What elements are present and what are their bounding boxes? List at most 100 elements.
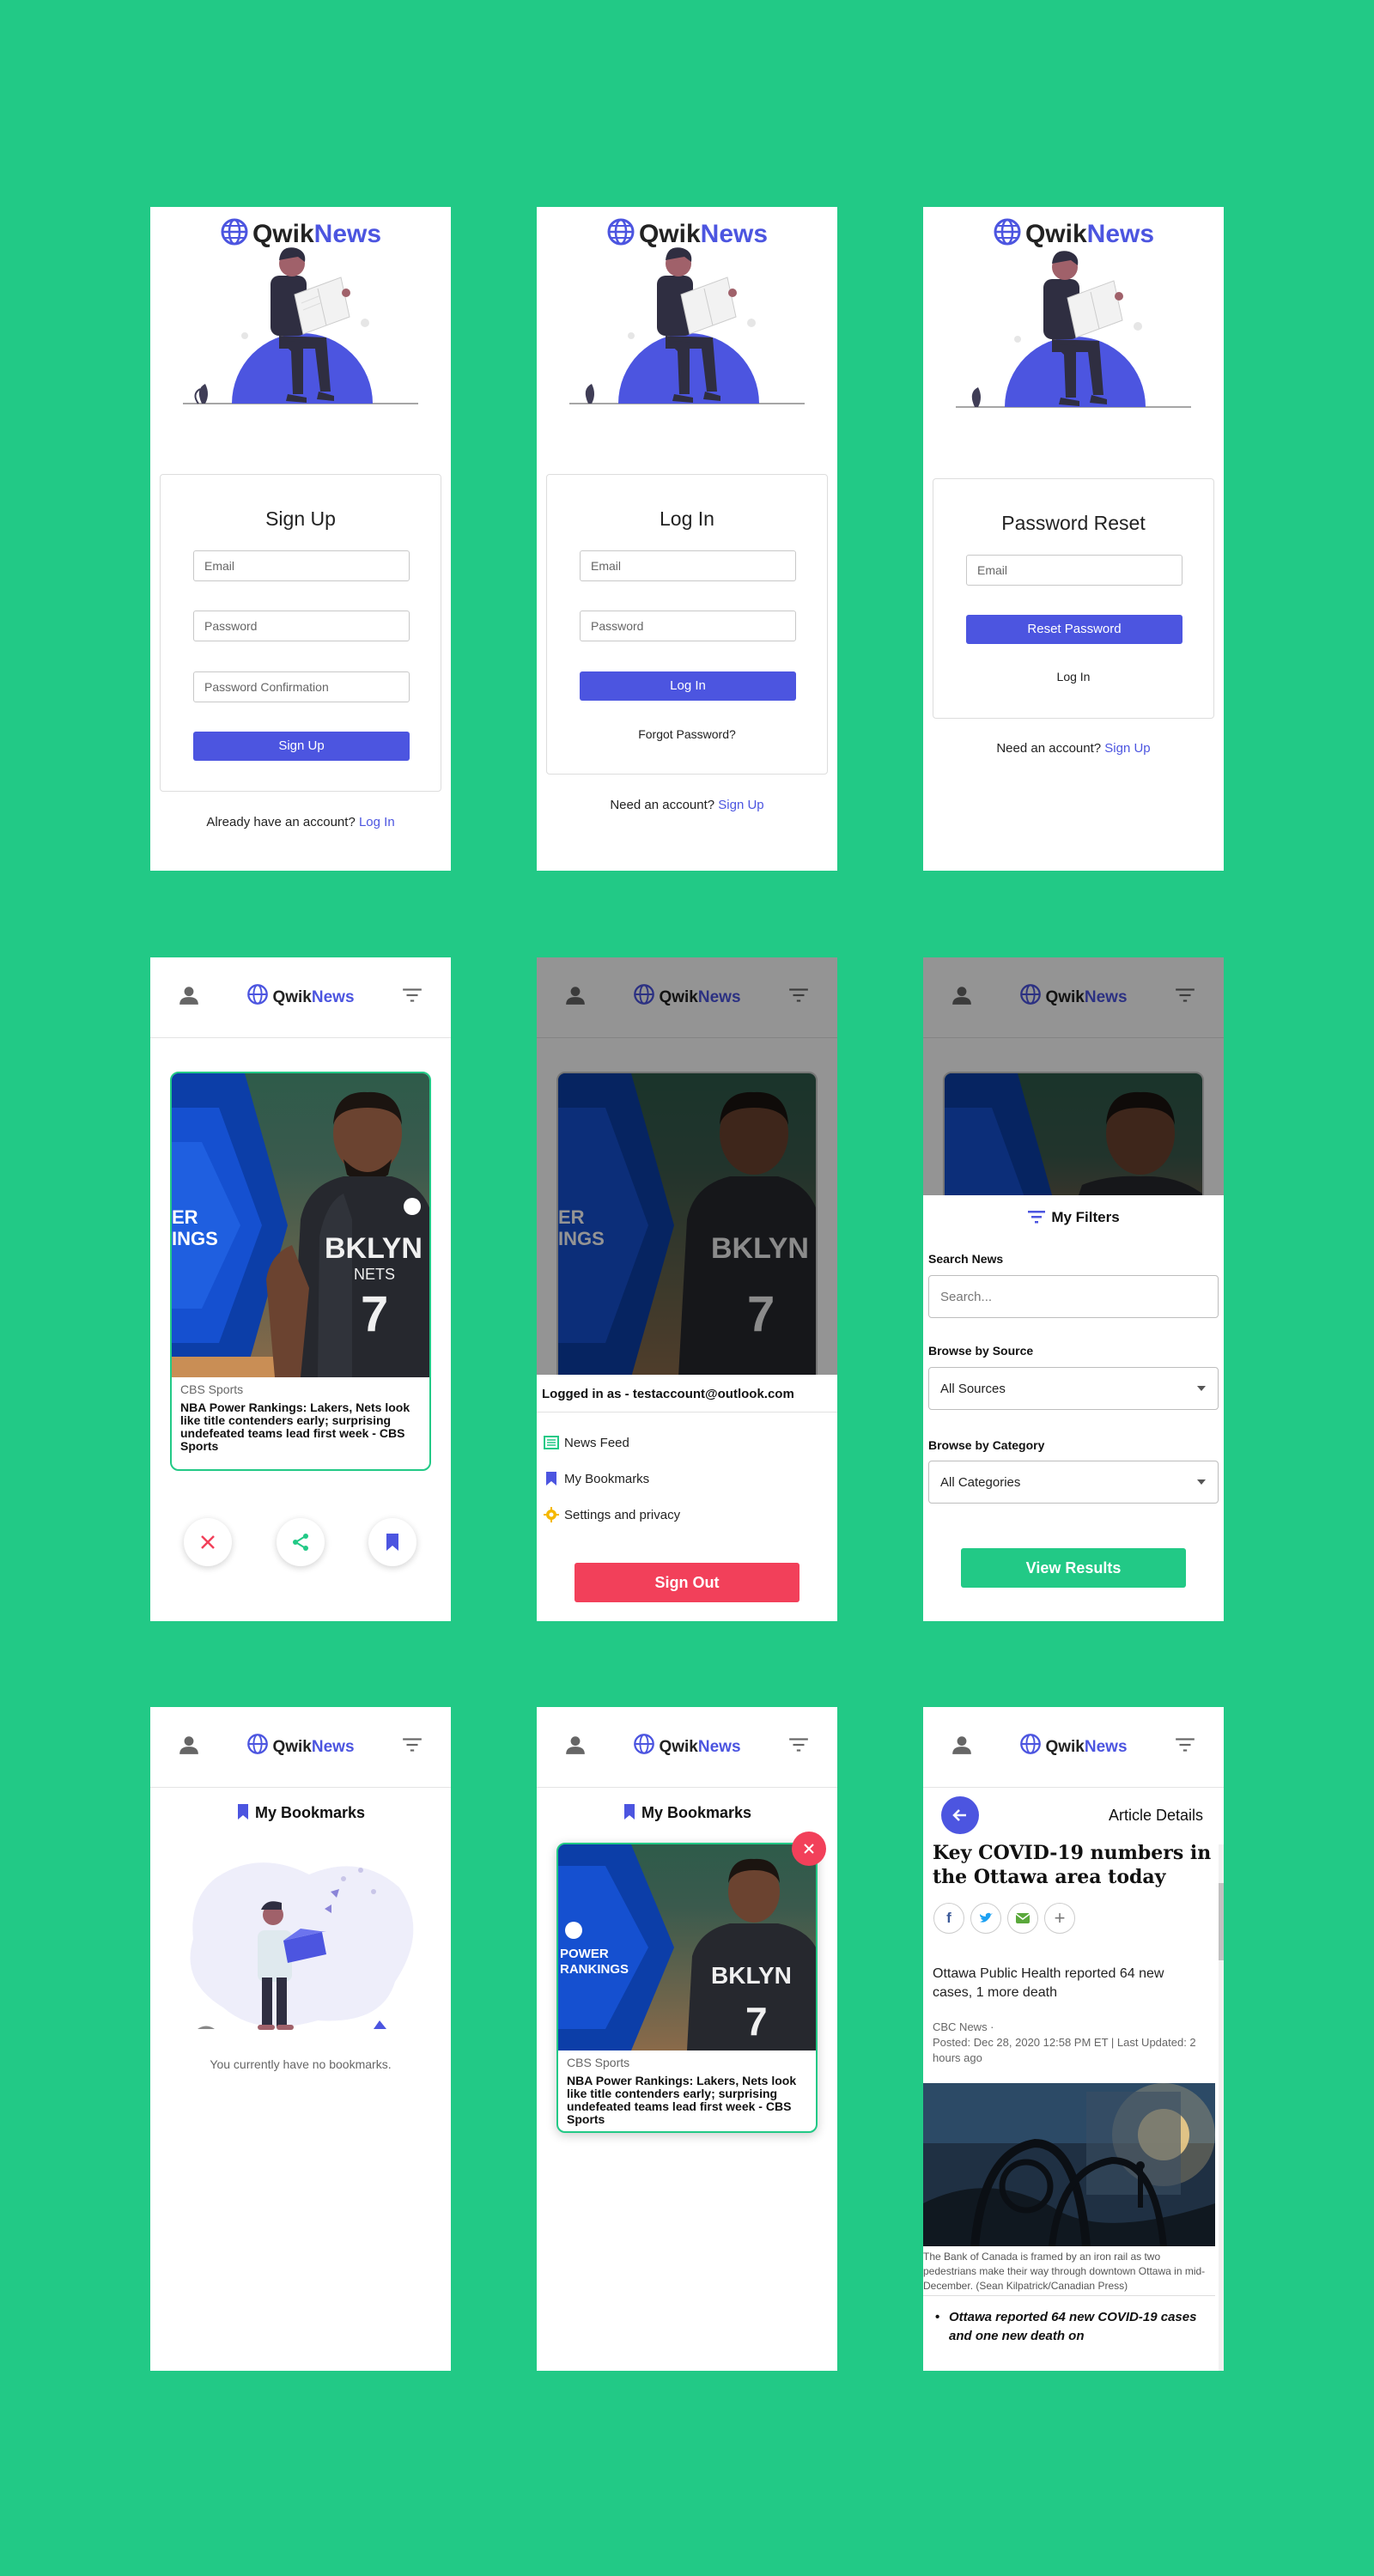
login-footer-text: Need an account? xyxy=(610,798,715,812)
email-field[interactable]: Email xyxy=(580,550,796,581)
article-meta-posted: Posted: Dec 28, 2020 12:58 PM ET | Last … xyxy=(933,2036,1196,2064)
signup-footer-text: Already have an account? xyxy=(206,815,356,829)
scrollbar-track[interactable] xyxy=(1219,1844,1224,2371)
filter-icon[interactable] xyxy=(401,1734,423,1756)
article-details-screen: QwikNews Article Details Key COVID-19 nu… xyxy=(923,1707,1224,2371)
dim-overlay[interactable] xyxy=(923,957,1224,1195)
scrollbar-thumb[interactable] xyxy=(1219,1883,1224,1960)
bookmarks-title: My Bookmarks xyxy=(150,1803,451,1822)
menu-item-bookmarks[interactable]: My Bookmarks xyxy=(544,1471,649,1486)
share-button[interactable] xyxy=(277,1518,325,1566)
account-menu-screen: QwikNews BKLYN 7 ER INGS Logged in as - … xyxy=(537,957,837,1621)
image-text-ings: INGS xyxy=(172,1228,218,1249)
bullet-marker: • xyxy=(935,2310,940,2324)
view-results-button[interactable]: View Results xyxy=(961,1548,1186,1588)
search-label: Search News xyxy=(928,1252,1004,1266)
signup-screen: QwikNews Sign Up Email Password Password… xyxy=(150,207,451,871)
empty-bookmarks-text: You currently have no bookmarks. xyxy=(210,2057,392,2071)
article-photo xyxy=(923,2083,1215,2246)
reset-password-button[interactable]: Reset Password xyxy=(966,615,1182,644)
logged-in-text: Logged in as - testaccount@outlook.com xyxy=(542,1387,794,1401)
article-card[interactable]: BKLYN NETS 7 ER INGS CBS Sports NBA Powe… xyxy=(170,1072,431,1471)
filter-icon[interactable] xyxy=(401,984,423,1006)
twitter-icon xyxy=(980,1912,993,1923)
globe-icon xyxy=(1020,1734,1042,1754)
bookmarked-article-card[interactable]: BKLYN 7 POWER RANKINGS CBS Sports NBA Po… xyxy=(556,1843,818,2133)
category-select-value: All Categories xyxy=(940,1475,1021,1490)
menu-item-label: News Feed xyxy=(564,1435,629,1450)
player-photo: BKLYN NETS 7 ER INGS xyxy=(172,1073,429,1377)
bookmarks-screen: QwikNews My Bookmarks BKLYN 7 POWER RANK… xyxy=(537,1707,837,2371)
signup-title: Sign Up xyxy=(265,507,336,530)
article-meta-source: CBC News · xyxy=(933,2020,994,2033)
sign-out-button[interactable]: Sign Out xyxy=(575,1563,799,1602)
password-reset-screen: QwikNews Password Reset Email Reset Pass… xyxy=(923,207,1224,871)
email-field[interactable]: Email xyxy=(193,550,410,581)
brand-qwik: Qwik xyxy=(659,1738,698,1756)
category-select[interactable]: All Categories xyxy=(928,1461,1219,1504)
article-image: BKLYN NETS 7 ER INGS xyxy=(172,1073,429,1377)
search-input[interactable]: Search... xyxy=(928,1275,1219,1318)
facebook-icon: f xyxy=(946,1910,951,1926)
divider xyxy=(923,2295,1215,2296)
article-bullet: • Ottawa reported 64 new COVID-19 cases … xyxy=(935,2308,1198,2346)
app-header: QwikNews xyxy=(150,1707,451,1788)
reset-title: Password Reset xyxy=(1001,512,1146,534)
email-icon xyxy=(1015,1913,1030,1923)
login-footer: Need an account? Sign Up xyxy=(537,798,837,812)
reset-card: Password Reset Email Reset Password Log … xyxy=(933,478,1214,719)
signup-link[interactable]: Sign Up xyxy=(718,798,763,812)
brand-qwik: Qwik xyxy=(272,988,312,1006)
back-button[interactable] xyxy=(941,1796,979,1834)
dim-overlay[interactable] xyxy=(537,957,837,1375)
password-field[interactable]: Password xyxy=(193,611,410,641)
filter-icon[interactable] xyxy=(1174,1734,1196,1756)
article-title: NBA Power Rankings: Lakers, Nets look li… xyxy=(180,1400,410,1453)
jersey-team-text: BKLYN xyxy=(711,1962,792,1989)
chevron-down-icon xyxy=(1197,1386,1206,1391)
share-icon xyxy=(293,1534,308,1551)
signup-link[interactable]: Sign Up xyxy=(1104,741,1150,756)
globe-icon xyxy=(994,218,1021,246)
article-source: CBS Sports xyxy=(180,1382,244,1396)
menu-item-label: My Bookmarks xyxy=(564,1471,650,1486)
dismiss-button[interactable] xyxy=(184,1518,232,1566)
login-button[interactable]: Log In xyxy=(580,671,796,701)
globe-icon xyxy=(634,1734,655,1754)
arrow-left-icon xyxy=(952,1809,966,1821)
article-summary: Ottawa Public Health reported 64 new cas… xyxy=(933,1966,1164,2000)
image-text-rankings: RANKINGS xyxy=(560,1962,629,1977)
reset-footer: Need an account? Sign Up xyxy=(923,741,1224,756)
bookmarks-title: My Bookmarks xyxy=(537,1803,837,1822)
reading-man-illustration xyxy=(956,251,1191,408)
bookmark-icon xyxy=(386,1534,398,1551)
login-screen: QwikNews Log In Email Password Log In Fo… xyxy=(537,207,837,871)
source-select[interactable]: All Sources xyxy=(928,1367,1219,1410)
bookmark-icon xyxy=(623,1804,635,1820)
more-share-button[interactable]: + xyxy=(1044,1903,1075,1934)
email-field[interactable]: Email xyxy=(966,555,1182,586)
signup-button[interactable]: Sign Up xyxy=(193,732,410,761)
source-label: Browse by Source xyxy=(928,1344,1034,1358)
email-share-button[interactable] xyxy=(1007,1903,1038,1934)
menu-item-news-feed[interactable]: News Feed xyxy=(544,1435,629,1450)
reset-footer-text: Need an account? xyxy=(996,741,1102,756)
menu-item-label: Settings and privacy xyxy=(564,1507,681,1522)
remove-bookmark-button[interactable] xyxy=(792,1832,826,1866)
facebook-share-button[interactable]: f xyxy=(933,1903,964,1934)
filter-icon[interactable] xyxy=(787,1734,810,1756)
forgot-password-link[interactable]: Forgot Password? xyxy=(547,727,827,741)
twitter-share-button[interactable] xyxy=(970,1903,1001,1934)
bookmarks-title-text: My Bookmarks xyxy=(254,1804,366,1821)
app-header: QwikNews xyxy=(537,1707,837,1788)
login-link[interactable]: Log In xyxy=(933,670,1213,683)
filters-screen: QwikNews My Filters Search News Search..… xyxy=(923,957,1224,1621)
player-photo: BKLYN 7 POWER RANKINGS xyxy=(558,1844,816,2050)
newspaper-icon xyxy=(544,1436,559,1449)
login-link[interactable]: Log In xyxy=(359,815,395,829)
source-select-value: All Sources xyxy=(940,1382,1006,1396)
password-confirmation-field[interactable]: Password Confirmation xyxy=(193,671,410,702)
menu-item-settings[interactable]: Settings and privacy xyxy=(544,1507,680,1522)
password-field[interactable]: Password xyxy=(580,611,796,641)
bookmark-button[interactable] xyxy=(368,1518,416,1566)
